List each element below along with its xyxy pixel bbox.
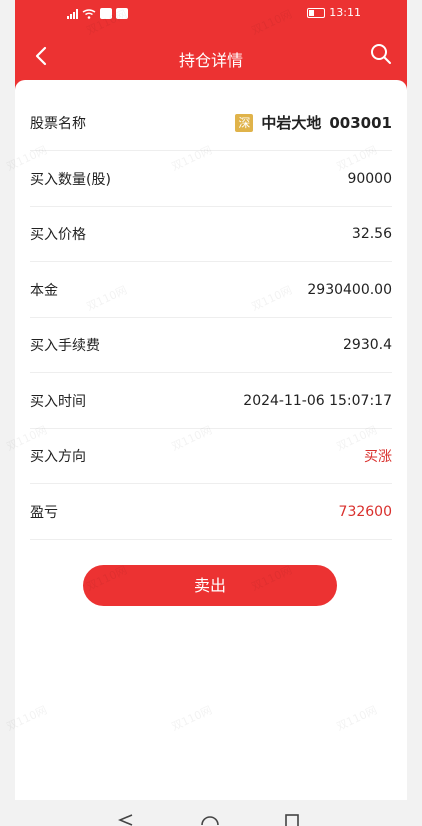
row-direction: 买入方向 买涨 <box>30 428 392 484</box>
row-fee: 买入手续费 2930.4 <box>30 317 392 373</box>
nav-home-icon[interactable] <box>201 814 219 826</box>
detail-card: 股票名称 深 中岩大地 003001 买入数量(股) 90000 买入价格 32… <box>15 80 407 826</box>
price-value: 32.56 <box>351 225 392 242</box>
app-icon <box>116 8 128 19</box>
stock-info: 深 中岩大地 003001 <box>235 112 392 133</box>
status-time: 13:11 <box>329 6 361 19</box>
wifi-icon <box>82 8 96 19</box>
time-value: 2024-11-06 15:07:17 <box>243 392 392 409</box>
row-price: 买入价格 32.56 <box>30 206 392 262</box>
nav-recents-icon[interactable] <box>285 814 299 826</box>
exchange-badge: 深 <box>235 113 254 132</box>
status-left <box>67 8 128 19</box>
principal-value: 2930400.00 <box>307 281 392 298</box>
system-nav-bar <box>15 800 407 826</box>
notification-icon <box>100 8 112 19</box>
price-label: 买入价格 <box>30 226 86 243</box>
direction-label: 买入方向 <box>30 448 86 465</box>
row-stock-name: 股票名称 深 中岩大地 003001 <box>30 95 392 151</box>
nav-back-triangle-icon[interactable] <box>118 814 134 826</box>
search-icon[interactable] <box>369 42 393 66</box>
pnl-label: 盈亏 <box>30 504 58 521</box>
pnl-value: 732600 <box>338 503 392 520</box>
row-time: 买入时间 2024-11-06 15:07:17 <box>30 373 392 429</box>
status-right: 13:11 <box>307 6 361 19</box>
battery-icon <box>307 7 326 18</box>
stock-code: 003001 <box>329 113 392 132</box>
direction-value: 买涨 <box>364 448 392 465</box>
time-label: 买入时间 <box>30 393 86 410</box>
row-quantity: 买入数量(股) 90000 <box>30 151 392 207</box>
page-title: 持仓详情 <box>178 51 243 70</box>
status-bar: 13:11 <box>15 0 407 30</box>
stock-name: 中岩大地 <box>261 114 322 132</box>
stock-name-label: 股票名称 <box>30 115 86 132</box>
signal-icon <box>67 8 78 19</box>
fee-value: 2930.4 <box>343 336 392 353</box>
fee-label: 买入手续费 <box>30 337 100 354</box>
row-principal: 本金 2930400.00 <box>30 262 392 318</box>
quantity-label: 买入数量(股) <box>30 171 111 188</box>
sell-button[interactable]: 卖出 <box>83 565 337 606</box>
principal-label: 本金 <box>30 282 58 299</box>
quantity-value: 90000 <box>347 170 392 187</box>
row-pnl: 盈亏 732600 <box>30 484 392 540</box>
